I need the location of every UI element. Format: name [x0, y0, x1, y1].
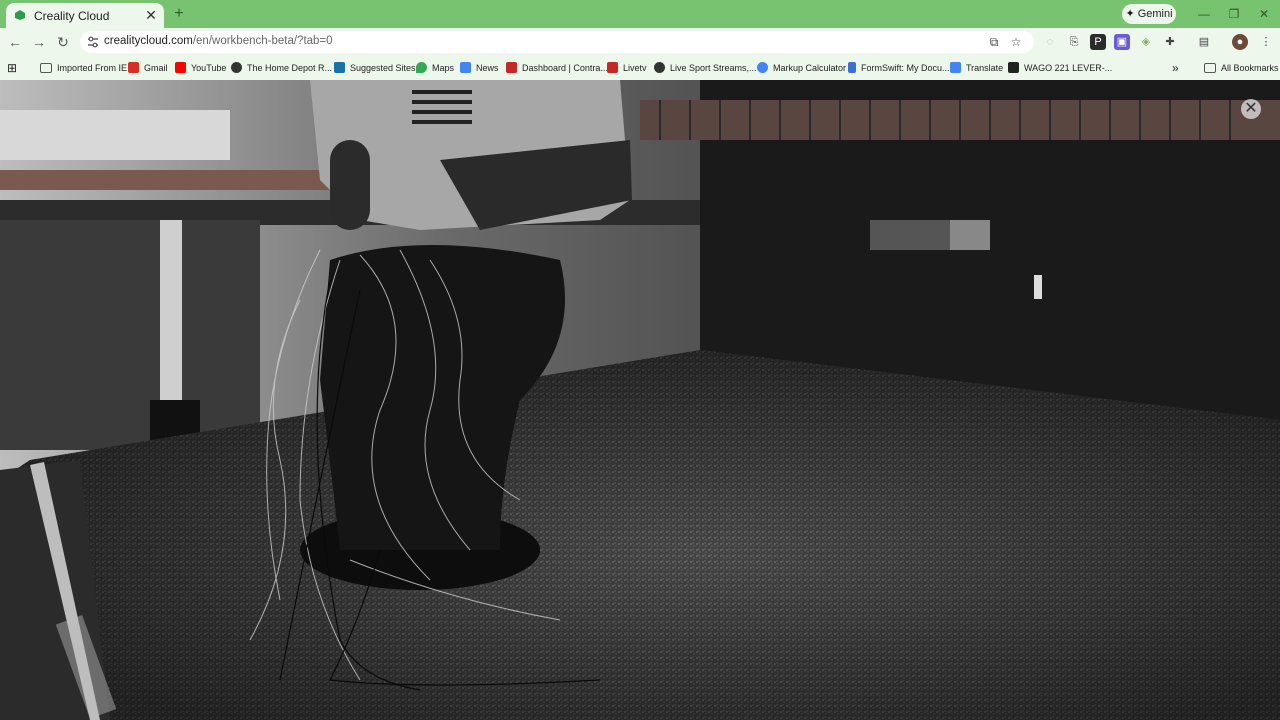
- tab-creality-cloud[interactable]: Creality Cloud ✕: [6, 3, 164, 28]
- bookmark-star-icon[interactable]: ☆: [1008, 34, 1024, 50]
- globe-icon: [231, 62, 242, 73]
- bookmark-item[interactable]: Maps: [416, 60, 454, 76]
- folder-icon: [40, 63, 52, 73]
- bookmark-item[interactable]: Translate: [950, 60, 1003, 76]
- menu-kebab-icon[interactable]: ⋮: [1258, 34, 1274, 50]
- p-extension-icon[interactable]: P: [1090, 34, 1106, 50]
- profile-avatar[interactable]: ●: [1232, 34, 1248, 50]
- camera-feed: [0, 80, 1280, 720]
- apps-grid-icon[interactable]: ⊞: [7, 60, 17, 76]
- tab-title: Creality Cloud: [34, 9, 110, 23]
- address-bar[interactable]: crealitycloud.com/en/workbench-beta/?tab…: [80, 31, 1034, 53]
- bookmark-item[interactable]: News: [460, 60, 499, 76]
- close-viewer-button[interactable]: ✕: [1241, 99, 1261, 119]
- bookmark-item[interactable]: Livetv: [607, 60, 647, 76]
- livetv-icon: [607, 62, 618, 73]
- forward-button[interactable]: →: [30, 33, 48, 51]
- news-icon: [460, 62, 471, 73]
- tab-close-button[interactable]: ✕: [144, 8, 158, 22]
- window-close-button[interactable]: ✕: [1256, 6, 1272, 22]
- gemini-button[interactable]: ✦ Gemini: [1122, 4, 1176, 24]
- gemini-label: Gemini: [1137, 8, 1173, 20]
- bookmarks-bar: ⊞ Imported From IE Gmail YouTube The Hom…: [0, 56, 1280, 81]
- folder-icon: [1204, 63, 1216, 73]
- dashboard-icon: [506, 62, 517, 73]
- bookmark-item[interactable]: FormSwift: My Docu...: [848, 60, 950, 76]
- all-bookmarks[interactable]: All Bookmarks: [1204, 60, 1279, 76]
- bing-icon: [334, 62, 345, 73]
- url-path: /en/workbench-beta/?tab=0: [192, 35, 333, 47]
- bookmark-item[interactable]: Imported From IE: [40, 60, 127, 76]
- bookmark-item[interactable]: YouTube: [175, 60, 226, 76]
- extensions-icon[interactable]: ✚: [1162, 34, 1178, 50]
- install-app-icon[interactable]: ⧉: [986, 34, 1002, 50]
- bookmark-item[interactable]: WAGO 221 LEVER-...: [1008, 60, 1112, 76]
- browser-chrome: Creality Cloud ✕ + ✦ Gemini — ❐ ✕ ← → ↻ …: [0, 0, 1280, 81]
- screenshot-extension-icon[interactable]: ⎘: [1066, 34, 1082, 50]
- side-panel-icon[interactable]: ▤: [1196, 34, 1212, 50]
- bookmark-item[interactable]: Markup Calculator: [757, 60, 846, 76]
- gmail-icon: [128, 62, 139, 73]
- amazon-icon: [1008, 62, 1019, 73]
- new-tab-button[interactable]: +: [170, 5, 188, 23]
- bookmark-item[interactable]: Suggested Sites: [334, 60, 416, 76]
- youtube-icon: [175, 62, 186, 73]
- bookmark-item[interactable]: Gmail: [128, 60, 168, 76]
- creality-logo-icon: [15, 10, 25, 20]
- printer-camera-image: [0, 80, 1280, 720]
- url-text[interactable]: crealitycloud.com/en/workbench-beta/?tab…: [104, 35, 333, 47]
- twitch-extension-icon[interactable]: ▣: [1114, 34, 1130, 50]
- restore-button[interactable]: ❐: [1226, 6, 1242, 22]
- translate-icon: [950, 62, 961, 73]
- reload-button[interactable]: ↻: [54, 33, 72, 51]
- minimize-button[interactable]: —: [1196, 6, 1212, 22]
- tab-strip: Creality Cloud ✕ + ✦ Gemini — ❐ ✕: [0, 0, 1280, 28]
- formswift-icon: [848, 62, 856, 73]
- url-host: crealitycloud.com: [104, 35, 193, 47]
- maps-icon: [416, 62, 427, 73]
- navigation-toolbar: ← → ↻ crealitycloud.com/en/workbench-bet…: [0, 28, 1280, 56]
- bookmark-item[interactable]: Live Sport Streams,...: [654, 60, 757, 76]
- back-button[interactable]: ←: [6, 33, 24, 51]
- sparkle-icon: ✦: [1125, 8, 1135, 20]
- bookmark-item[interactable]: The Home Depot R...: [231, 60, 332, 76]
- google-icon: [757, 62, 768, 73]
- globe-icon: [654, 62, 665, 73]
- bookmark-item[interactable]: Dashboard | Contra...: [506, 60, 608, 76]
- site-info-icon[interactable]: [86, 35, 100, 49]
- extension-puzzle-icon[interactable]: ◌: [1042, 34, 1058, 50]
- more-bookmarks-button[interactable]: »: [1172, 60, 1179, 76]
- shield-extension-icon[interactable]: ◈: [1138, 34, 1154, 50]
